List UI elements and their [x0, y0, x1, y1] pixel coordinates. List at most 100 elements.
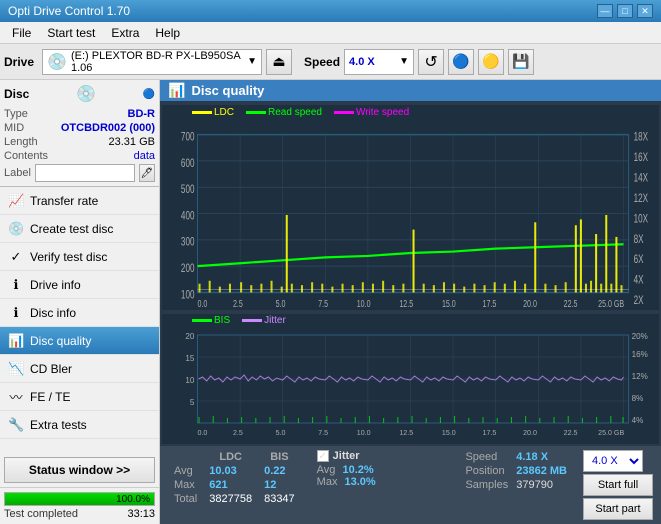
- progress-area: 100.0% Test completed 33:13: [0, 487, 159, 524]
- label-input[interactable]: [35, 164, 135, 182]
- ldc-legend-color: [192, 111, 212, 114]
- label-apply-button[interactable]: 🖊: [139, 164, 155, 182]
- config-button1[interactable]: 🔵: [448, 49, 474, 75]
- right-stats: Speed 4.18 X Position 23862 MB Samples 3…: [461, 450, 571, 492]
- svg-text:2.5: 2.5: [233, 430, 243, 437]
- svg-text:5: 5: [190, 398, 195, 407]
- svg-text:4X: 4X: [634, 274, 644, 287]
- avg-ldc: 10.03: [203, 464, 258, 478]
- svg-text:12X: 12X: [634, 193, 649, 206]
- sidebar-item-create-test-disc[interactable]: 💿 Create test disc: [0, 215, 159, 243]
- svg-text:17.5: 17.5: [483, 430, 497, 437]
- menu-file[interactable]: File: [4, 24, 39, 42]
- sidebar-item-disc-info[interactable]: ℹ Disc info: [0, 299, 159, 327]
- length-label: Length: [4, 136, 38, 148]
- bis-header: BIS: [258, 450, 301, 464]
- total-label: Total: [168, 492, 203, 506]
- verify-test-disc-icon: ✓: [8, 249, 24, 265]
- sidebar-item-verify-test-disc[interactable]: ✓ Verify test disc: [0, 243, 159, 271]
- stats-area: LDC BIS Avg 10.03 0.22 Max 621 12 Tota: [160, 446, 661, 524]
- disc-icon: 💿: [76, 84, 96, 104]
- speed-dropdown[interactable]: 4.0 X 2.0 X 6.0 X 8.0 X: [583, 450, 643, 472]
- sidebar-item-cd-bler[interactable]: 📉 CD Bler: [0, 355, 159, 383]
- max-bis: 12: [258, 478, 301, 492]
- disc-quality-icon: 📊: [8, 333, 24, 349]
- disc-panel: Disc 💿 🔵 Type BD-R MID OTCBDR002 (000) L…: [0, 80, 159, 187]
- sidebar-item-label-verify-test-disc: Verify test disc: [30, 250, 107, 264]
- sidebar-item-transfer-rate[interactable]: 📈 Transfer rate: [0, 187, 159, 215]
- maximize-button[interactable]: □: [617, 4, 633, 18]
- jitter-max-label: Max: [317, 476, 338, 488]
- svg-text:25.0 GB: 25.0 GB: [598, 298, 624, 310]
- sidebar-item-label-disc-quality: Disc quality: [30, 334, 91, 348]
- svg-text:7.5: 7.5: [318, 430, 328, 437]
- bottom-chart-panel: BIS Jitter: [162, 314, 659, 444]
- speed-stat-val: 4.18 X: [512, 450, 571, 464]
- sidebar-item-label-transfer-rate: Transfer rate: [30, 194, 98, 208]
- read-speed-legend-label: Read speed: [268, 107, 322, 118]
- avg-bis: 0.22: [258, 464, 301, 478]
- svg-text:500: 500: [181, 184, 195, 197]
- status-text: Test completed: [4, 508, 78, 520]
- svg-text:14X: 14X: [634, 172, 649, 185]
- svg-text:17.5: 17.5: [483, 298, 497, 310]
- drive-selector[interactable]: 💿 (E:) PLEXTOR BD-R PX-LB950SA 1.06 ▼: [42, 49, 262, 75]
- app-title: Opti Drive Control 1.70: [8, 4, 130, 18]
- transfer-rate-icon: 📈: [8, 193, 24, 209]
- svg-text:20.0: 20.0: [523, 298, 537, 310]
- bottom-chart-legend: BIS Jitter: [162, 314, 659, 327]
- svg-text:16X: 16X: [634, 152, 649, 165]
- jitter-checkbox[interactable]: ✓: [317, 450, 329, 462]
- eject-button[interactable]: ⏏: [266, 49, 292, 75]
- svg-text:2X: 2X: [634, 295, 644, 308]
- sidebar-item-label-create-test-disc: Create test disc: [30, 222, 113, 236]
- svg-text:25.0 GB: 25.0 GB: [598, 430, 624, 437]
- sidebar-item-label-fe-te: FE / TE: [30, 390, 70, 404]
- status-window-button[interactable]: Status window >>: [4, 457, 155, 483]
- speed-stat-label: Speed: [461, 450, 512, 464]
- disc-section-title: Disc: [4, 87, 29, 101]
- bottom-chart-svg: 20 15 10 5 20% 16% 12% 8% 4% 0.0 2.5 5.0…: [162, 327, 659, 442]
- speed-selector[interactable]: 4.0 X ▼: [344, 49, 414, 75]
- sidebar-item-drive-info[interactable]: ℹ Drive info: [0, 271, 159, 299]
- ldc-bis-stats: LDC BIS Avg 10.03 0.22 Max 621 12 Tota: [168, 450, 301, 506]
- svg-text:6X: 6X: [634, 254, 644, 267]
- menu-extra[interactable]: Extra: [103, 24, 147, 42]
- close-button[interactable]: ✕: [637, 4, 653, 18]
- time-text: 33:13: [127, 508, 155, 520]
- progress-bar: 100.0%: [4, 492, 155, 506]
- jitter-checkbox-row: ✓ Jitter: [317, 450, 376, 462]
- sidebar-item-fe-te[interactable]: 〰 FE / TE: [0, 383, 159, 411]
- svg-text:15.0: 15.0: [442, 430, 456, 437]
- length-value: 23.31 GB: [109, 136, 155, 148]
- save-button[interactable]: 💾: [508, 49, 534, 75]
- total-bis: 83347: [258, 492, 301, 506]
- svg-text:22.5: 22.5: [564, 298, 578, 310]
- menu-start-test[interactable]: Start test: [39, 24, 103, 42]
- svg-text:12%: 12%: [632, 372, 648, 381]
- jitter-avg-val: 10.2%: [343, 464, 374, 476]
- sidebar-item-label-cd-bler: CD Bler: [30, 362, 72, 376]
- refresh-button[interactable]: ↺: [418, 49, 444, 75]
- chart-title: Disc quality: [191, 83, 264, 98]
- cd-bler-icon: 📉: [8, 361, 24, 377]
- fe-te-icon: 〰: [8, 387, 24, 406]
- jitter-legend-color: [242, 319, 262, 322]
- minimize-button[interactable]: —: [597, 4, 613, 18]
- disc-info-link[interactable]: 🔵: [143, 89, 155, 100]
- jitter-legend-label: Jitter: [264, 315, 286, 326]
- sidebar-item-disc-quality[interactable]: 📊 Disc quality: [0, 327, 159, 355]
- start-part-button[interactable]: Start part: [583, 498, 653, 520]
- top-chart-svg: 700 600 500 400 300 200 100 18X 16X 14X …: [162, 120, 659, 310]
- label-label: Label: [4, 167, 31, 179]
- menu-help[interactable]: Help: [147, 24, 188, 42]
- sidebar-item-extra-tests[interactable]: 🔧 Extra tests: [0, 411, 159, 439]
- top-chart-svg-container: 700 600 500 400 300 200 100 18X 16X 14X …: [162, 120, 659, 310]
- sidebar-menu: 📈 Transfer rate 💿 Create test disc ✓ Ver…: [0, 187, 159, 453]
- config-button2[interactable]: 🟡: [478, 49, 504, 75]
- bis-legend-color: [192, 319, 212, 322]
- start-full-button[interactable]: Start full: [583, 474, 653, 496]
- svg-text:7.5: 7.5: [318, 298, 328, 310]
- main-layout: Disc 💿 🔵 Type BD-R MID OTCBDR002 (000) L…: [0, 80, 661, 524]
- sidebar-item-label-drive-info: Drive info: [30, 278, 81, 292]
